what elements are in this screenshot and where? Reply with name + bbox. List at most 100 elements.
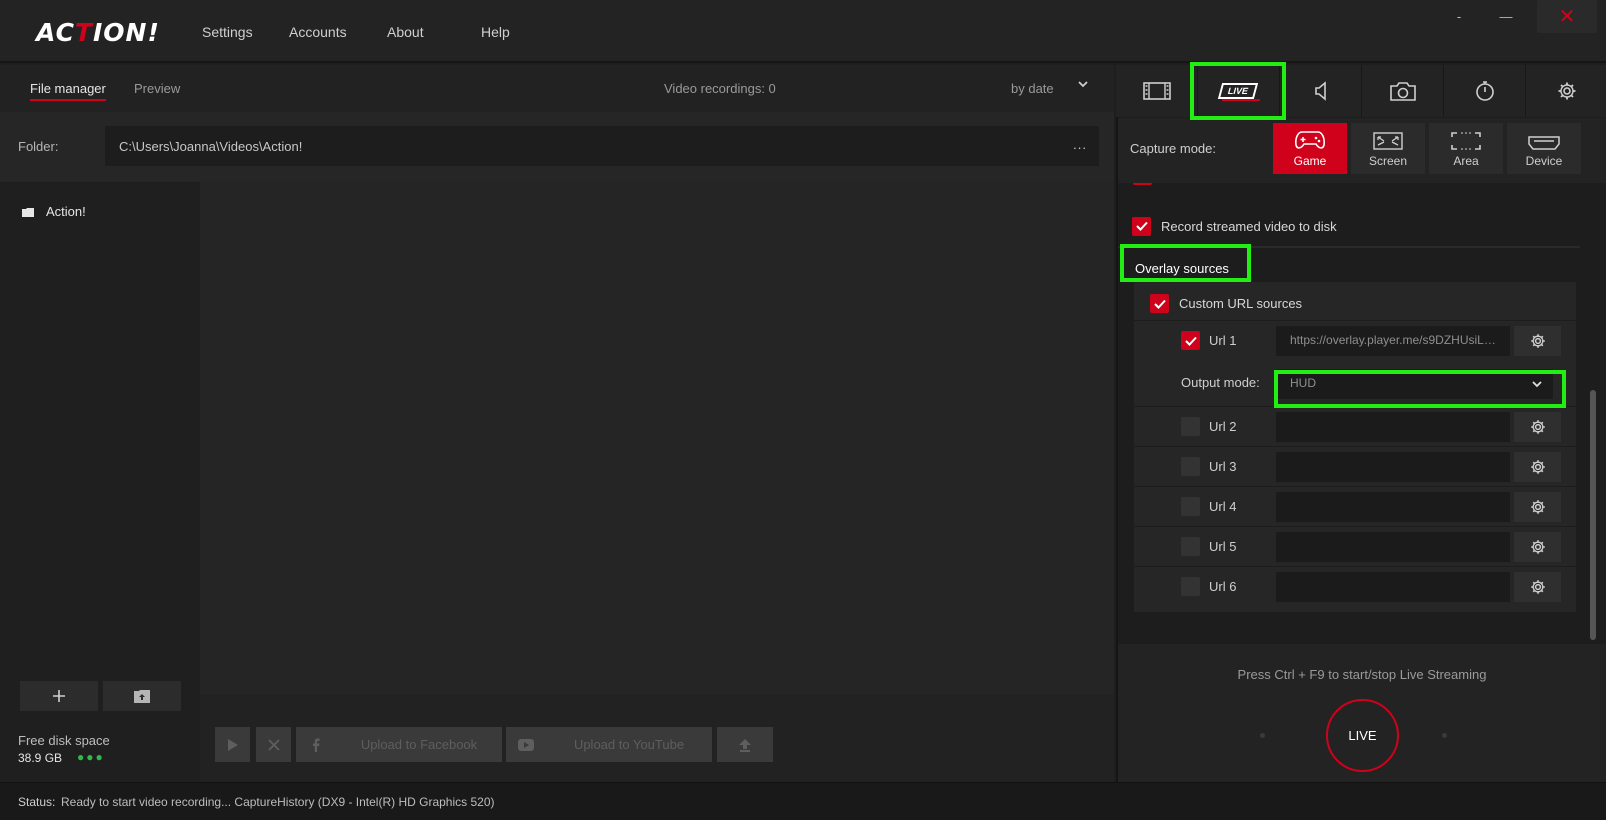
gamepad-icon	[1295, 131, 1325, 149]
output-mode-select[interactable]: HUD	[1276, 369, 1553, 399]
custom-url-checkbox[interactable]	[1150, 294, 1169, 313]
scrollbar-thumb[interactable]	[1590, 390, 1596, 640]
capture-device-button[interactable]: Device	[1507, 123, 1581, 174]
url-6-checkbox[interactable]	[1181, 577, 1200, 596]
recordings-list	[200, 182, 1114, 694]
url-3-settings-button[interactable]	[1514, 452, 1561, 482]
record-streamed-label: Record streamed video to disk	[1161, 218, 1337, 234]
folder-path-field[interactable]: C:\Users\Joanna\Videos\Action! ...	[105, 126, 1099, 166]
maximize-button[interactable]: —	[1476, 0, 1536, 33]
overlay-sources-box: Custom URL sources Url 1 https://overlay…	[1134, 282, 1576, 612]
url-5-checkbox[interactable]	[1181, 537, 1200, 556]
live-stream-button[interactable]: LIVE	[1326, 699, 1399, 772]
upload-button[interactable]	[717, 727, 773, 762]
menu-help[interactable]: Help	[481, 24, 510, 40]
fullscreen-icon	[1373, 132, 1403, 150]
url-row-5: Url 5	[1134, 526, 1576, 566]
custom-url-label: Custom URL sources	[1179, 296, 1303, 311]
settings-scrollbar[interactable]	[1590, 190, 1596, 642]
camera-icon	[1389, 82, 1416, 101]
capture-game-label: Game	[1293, 154, 1327, 168]
url-4-input[interactable]	[1276, 492, 1510, 522]
tab-audio[interactable]	[1280, 65, 1362, 117]
youtube-icon	[518, 738, 534, 751]
chevron-down-icon	[1532, 381, 1542, 388]
checkmark-icon	[1135, 221, 1148, 231]
close-button[interactable]: ✕	[1537, 0, 1597, 33]
custom-url-row[interactable]: Custom URL sources	[1150, 294, 1302, 313]
url-2-input[interactable]	[1276, 412, 1510, 442]
gear-icon	[1530, 460, 1545, 474]
url-5-input[interactable]	[1276, 532, 1510, 562]
free-disk-label: Free disk space	[18, 733, 110, 748]
minimize-icon: -	[1456, 9, 1462, 24]
tab-timer[interactable]	[1444, 65, 1526, 117]
status-bar: Status: Ready to start video recording..…	[0, 782, 1606, 820]
delete-button[interactable]	[256, 727, 291, 762]
url-3-label: Url 3	[1209, 459, 1237, 474]
tab-video[interactable]	[1116, 65, 1198, 117]
url-5-settings-button[interactable]	[1514, 532, 1561, 562]
url-3-input[interactable]	[1276, 452, 1510, 482]
sort-dropdown[interactable]: by date	[1011, 81, 1054, 96]
status-label: Status:	[18, 795, 56, 809]
record-streamed-checkbox[interactable]	[1132, 216, 1151, 236]
folder-path-text: C:\Users\Joanna\Videos\Action!	[119, 139, 303, 154]
url-6-label: Url 6	[1209, 579, 1237, 594]
folder-open-icon	[134, 690, 150, 703]
output-mode-row: Output mode: HUD	[1134, 360, 1576, 406]
url-1-checkbox[interactable]	[1181, 331, 1200, 350]
open-folder-button[interactable]	[103, 681, 181, 711]
capture-device-label: Device	[1525, 154, 1563, 168]
tree-item-action[interactable]: Action!	[22, 204, 86, 219]
play-icon	[227, 738, 238, 751]
url-1-settings-button[interactable]	[1514, 326, 1561, 356]
url-2-checkbox[interactable]	[1181, 417, 1200, 436]
tab-file-manager[interactable]: File manager	[30, 81, 106, 101]
checkmark-icon	[1153, 299, 1166, 309]
play-button[interactable]	[215, 727, 250, 762]
plus-icon	[53, 690, 65, 702]
upload-youtube-button[interactable]: Upload to YouTube	[506, 727, 712, 762]
url-1-label: Url 1	[1209, 333, 1237, 348]
capture-game-button[interactable]: Game	[1273, 123, 1347, 174]
stopwatch-icon	[1475, 81, 1494, 101]
browse-folder-button[interactable]: ...	[1073, 137, 1087, 152]
area-select-icon	[1451, 132, 1481, 150]
title-bar: ACTION! Settings Accounts About Help - —…	[0, 0, 1606, 63]
gear-icon	[1530, 500, 1545, 514]
url-4-settings-button[interactable]	[1514, 492, 1561, 522]
live-hotkey-hint: Press Ctrl + F9 to start/stop Live Strea…	[1237, 667, 1487, 682]
live-control-area: Press Ctrl + F9 to start/stop Live Strea…	[1118, 644, 1606, 782]
url-6-input[interactable]	[1276, 572, 1510, 602]
url-6-settings-button[interactable]	[1514, 572, 1561, 602]
add-folder-button[interactable]	[20, 681, 98, 711]
menu-accounts[interactable]: Accounts	[289, 24, 347, 40]
output-mode-value: HUD	[1290, 376, 1316, 390]
gear-icon	[1558, 82, 1576, 100]
capture-area-button[interactable]: Area	[1429, 123, 1503, 174]
record-streamed-row[interactable]: Record streamed video to disk	[1118, 206, 1580, 248]
url-2-settings-button[interactable]	[1514, 412, 1561, 442]
url-4-checkbox[interactable]	[1181, 497, 1200, 516]
url-5-label: Url 5	[1209, 539, 1237, 554]
upload-facebook-label: Upload to Facebook	[360, 737, 478, 752]
output-mode-label: Output mode:	[1181, 375, 1260, 390]
tab-screenshot[interactable]	[1362, 65, 1444, 117]
menu-settings[interactable]: Settings	[202, 24, 253, 40]
url-row-3: Url 3	[1134, 446, 1576, 486]
menu-about[interactable]: About	[387, 24, 424, 40]
url-3-checkbox[interactable]	[1181, 457, 1200, 476]
status-text: Ready to start video recording... Captur…	[61, 795, 495, 809]
tab-live[interactable]: LIVE	[1198, 65, 1280, 117]
chevron-down-icon[interactable]	[1076, 77, 1090, 91]
url-1-input[interactable]: https://overlay.player.me/s9DZHUsiL8Q...	[1276, 326, 1510, 356]
capture-screen-button[interactable]: Screen	[1351, 123, 1425, 174]
tab-preview[interactable]: Preview	[134, 81, 180, 96]
upload-facebook-button[interactable]: Upload to Facebook	[296, 727, 502, 762]
gear-icon	[1530, 540, 1545, 554]
tab-settings[interactable]	[1526, 65, 1606, 117]
gear-icon	[1530, 580, 1545, 594]
partial-checkbox[interactable]	[1133, 183, 1152, 185]
disk-status-indicator: ●●●	[77, 750, 105, 764]
